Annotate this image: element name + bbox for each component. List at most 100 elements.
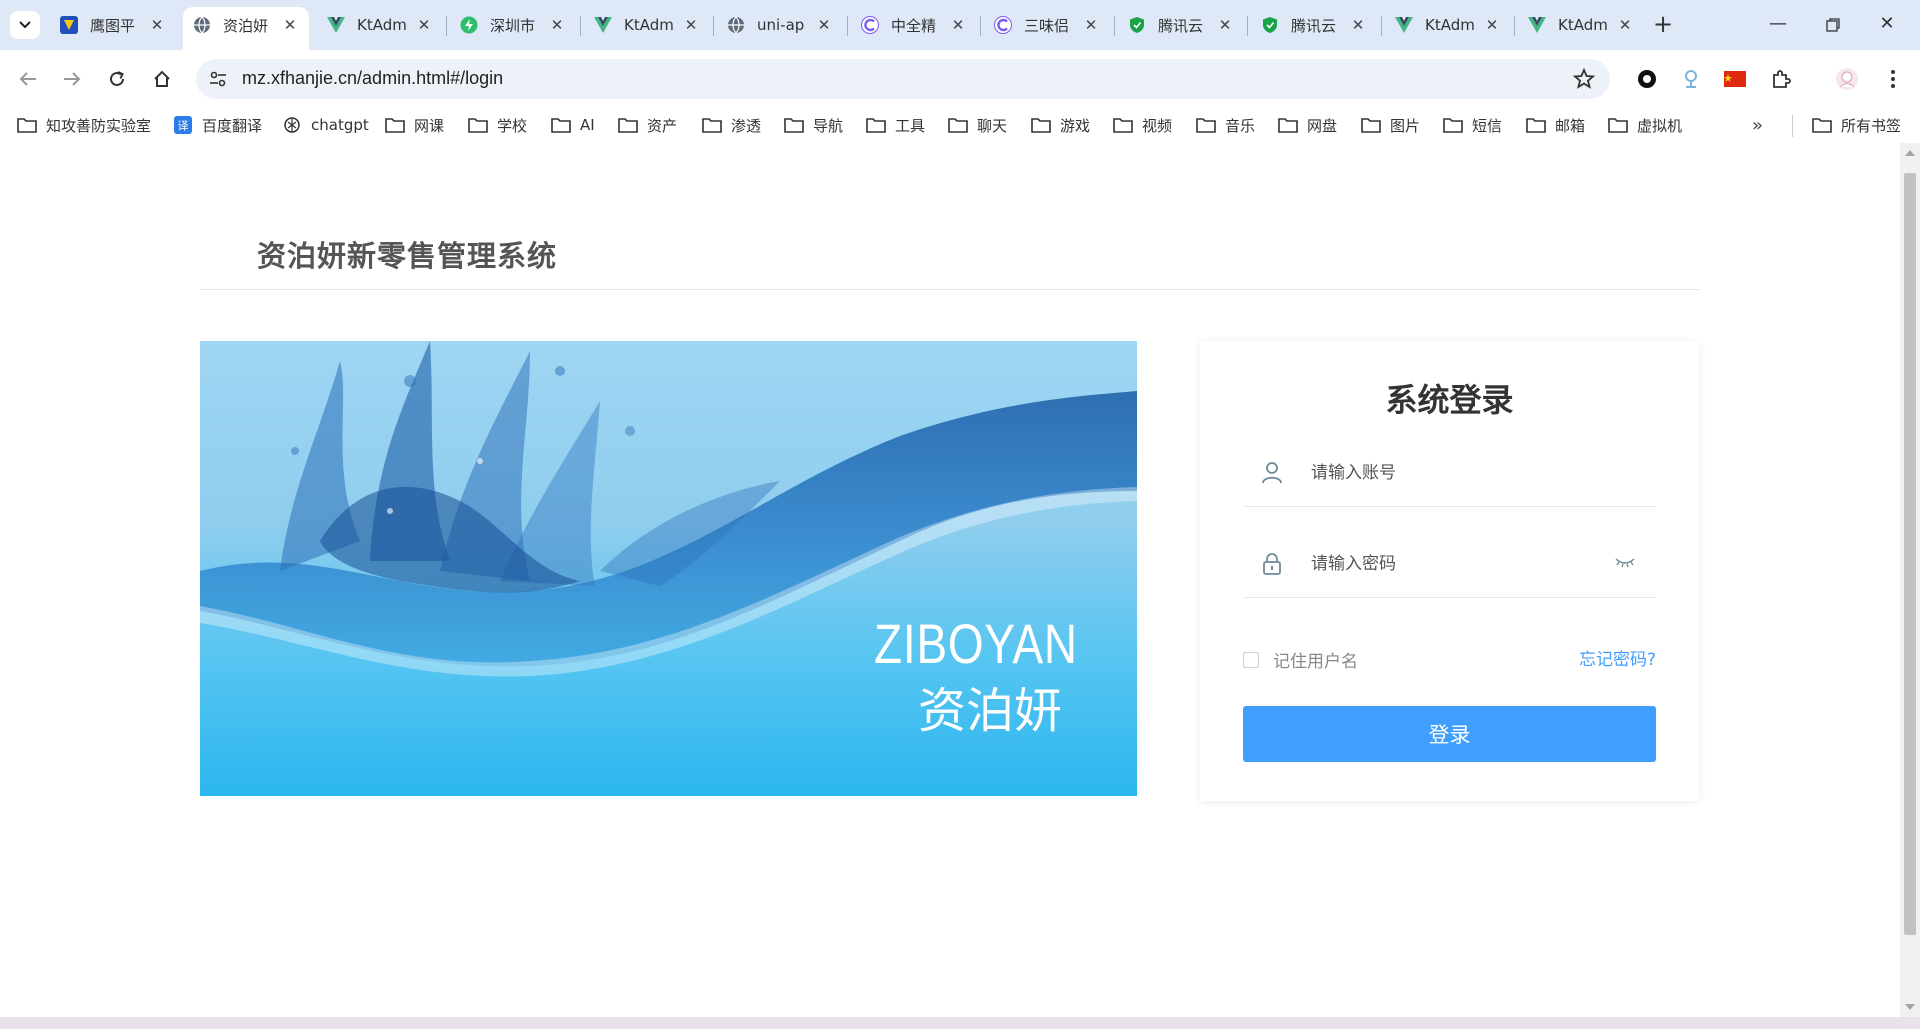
bookmark-item[interactable]: 虚拟机 [1608, 113, 1682, 137]
browser-tab[interactable]: 鹰图平 ✕ [50, 8, 176, 42]
bookmark-item[interactable]: 音乐 [1196, 113, 1255, 137]
site-info-icon[interactable] [206, 67, 230, 91]
bookmark-item[interactable]: 译百度翻译 [173, 113, 262, 137]
vue-icon [1528, 16, 1546, 34]
extension-translate-icon[interactable] [1678, 66, 1704, 92]
bookmark-item[interactable]: 知攻善防实验室 [17, 113, 151, 137]
close-tab-icon[interactable]: ✕ [682, 16, 700, 34]
bookmark-item[interactable]: AI [551, 113, 595, 137]
bookmark-item[interactable]: 网盘 [1278, 113, 1337, 137]
restore-button[interactable] [1813, 10, 1853, 40]
extension-circle-icon[interactable] [1634, 66, 1660, 92]
bookmark-label: 导航 [813, 116, 844, 135]
tab-separator [847, 16, 848, 36]
bookmark-item[interactable]: 导航 [784, 113, 843, 137]
checkbox-box[interactable] [1243, 651, 1259, 668]
folder-icon [1443, 116, 1463, 134]
scroll-up-arrow[interactable] [1905, 150, 1915, 156]
bookmark-star-icon[interactable] [1572, 67, 1596, 91]
tab-title: KtAdm [1425, 16, 1475, 34]
system-title: 资泊妍新零售管理系统 [257, 239, 558, 273]
reload-icon [110, 71, 124, 86]
menu-kebab-icon[interactable] [1880, 66, 1906, 92]
close-tab-icon[interactable]: ✕ [949, 16, 967, 34]
tab-search-button[interactable] [10, 11, 40, 39]
username-input[interactable] [1311, 453, 1611, 493]
scrollbar-thumb[interactable] [1904, 173, 1916, 935]
remember-username-label: 记住用户名 [1273, 652, 1358, 672]
url-text[interactable]: mz.xfhanjie.cn/admin.html#/login [242, 68, 503, 89]
bookmark-item[interactable]: chatgpt [282, 113, 369, 137]
forward-button[interactable] [57, 64, 87, 94]
browser-tab[interactable]: 腾讯云 ✕ [1251, 8, 1377, 42]
tab-separator [446, 16, 447, 36]
close-tab-icon[interactable]: ✕ [148, 16, 166, 34]
extension-flag-icon[interactable] [1722, 66, 1748, 92]
bookmark-label: 图片 [1390, 116, 1421, 135]
page-scrollbar[interactable] [1900, 143, 1920, 1017]
tab-title: KtAdm [357, 16, 407, 34]
browser-tab[interactable]: 三味侣 ✕ [984, 8, 1110, 42]
bookmark-item[interactable]: 渗透 [702, 113, 761, 137]
password-input[interactable] [1311, 544, 1611, 584]
home-button[interactable] [147, 64, 177, 94]
close-window-button[interactable]: ✕ [1867, 10, 1907, 40]
close-tab-icon[interactable]: ✕ [1082, 16, 1100, 34]
close-tab-icon[interactable]: ✕ [1616, 16, 1634, 34]
eye-closed-icon[interactable] [1614, 554, 1636, 570]
tab-title: 中全精 [891, 16, 937, 35]
bookmark-item[interactable]: 短信 [1443, 113, 1502, 137]
new-tab-button[interactable]: + [1648, 10, 1678, 40]
browser-tab[interactable]: KtAdm ✕ [317, 8, 443, 42]
bookmark-item[interactable]: 视频 [1113, 113, 1172, 137]
minimize-button[interactable]: — [1758, 10, 1798, 40]
tab-active[interactable]: 资泊妍 ✕ [183, 7, 309, 50]
bookmarks-overflow-button[interactable]: » [1752, 115, 1763, 136]
password-field [1243, 528, 1656, 598]
bookmark-item[interactable]: 工具 [866, 113, 925, 137]
folder-icon [784, 116, 804, 134]
close-tab-icon[interactable]: ✕ [415, 16, 433, 34]
bookmark-item[interactable]: 聊天 [948, 113, 1007, 137]
folder-icon [1812, 116, 1832, 134]
tab-title: 腾讯云 [1291, 16, 1337, 35]
browser-tab[interactable]: 深圳市 ✕ [450, 8, 576, 42]
address-bar[interactable]: mz.xfhanjie.cn/admin.html#/login [196, 59, 1610, 99]
back-button[interactable] [13, 64, 43, 94]
close-tab-icon[interactable]: ✕ [1483, 16, 1501, 34]
remember-username-checkbox[interactable]: 记住用户名 [1243, 647, 1358, 672]
bookmark-label: 百度翻译 [202, 116, 263, 135]
scroll-down-arrow[interactable] [1905, 1004, 1915, 1010]
close-tab-icon[interactable]: ✕ [1349, 16, 1367, 34]
forgot-password-link[interactable]: 忘记密码? [1579, 645, 1656, 670]
close-tab-icon[interactable]: ✕ [548, 16, 566, 34]
bookmark-item[interactable]: 学校 [468, 113, 527, 137]
login-banner-image: ZIBOYAN 资泊妍 [200, 341, 1137, 796]
browser-tab[interactable]: uni-ap ✕ [717, 8, 843, 42]
reload-button[interactable] [102, 64, 132, 94]
browser-toolbar: mz.xfhanjie.cn/admin.html#/login [0, 50, 1920, 107]
close-tab-icon[interactable]: ✕ [281, 16, 299, 34]
folder-icon [1526, 116, 1546, 134]
bookmark-label: chatgpt [311, 116, 369, 134]
close-tab-icon[interactable]: ✕ [815, 16, 833, 34]
browser-tab[interactable]: KtAdm ✕ [584, 8, 710, 42]
close-tab-icon[interactable]: ✕ [1216, 16, 1234, 34]
profile-avatar[interactable] [1834, 66, 1860, 92]
bookmark-item[interactable]: 邮箱 [1526, 113, 1585, 137]
browser-tab[interactable]: 腾讯云 ✕ [1118, 8, 1244, 42]
tab-separator [580, 16, 581, 36]
login-button[interactable]: 登录 [1243, 706, 1656, 762]
browser-tab[interactable]: KtAdm ✕ [1518, 8, 1644, 42]
bookmark-label: 学校 [497, 116, 528, 135]
globe-icon [193, 16, 211, 34]
bookmark-item[interactable]: 图片 [1361, 113, 1420, 137]
extensions-puzzle-icon[interactable] [1768, 66, 1794, 92]
bookmark-label: 网盘 [1307, 116, 1338, 135]
all-bookmarks-folder[interactable]: 所有书签 [1812, 113, 1901, 137]
bookmark-item[interactable]: 网课 [385, 113, 444, 137]
browser-tab[interactable]: KtAdm ✕ [1385, 8, 1511, 42]
bookmark-item[interactable]: 游戏 [1031, 113, 1090, 137]
browser-tab[interactable]: 中全精 ✕ [851, 8, 977, 42]
bookmark-item[interactable]: 资产 [618, 113, 677, 137]
